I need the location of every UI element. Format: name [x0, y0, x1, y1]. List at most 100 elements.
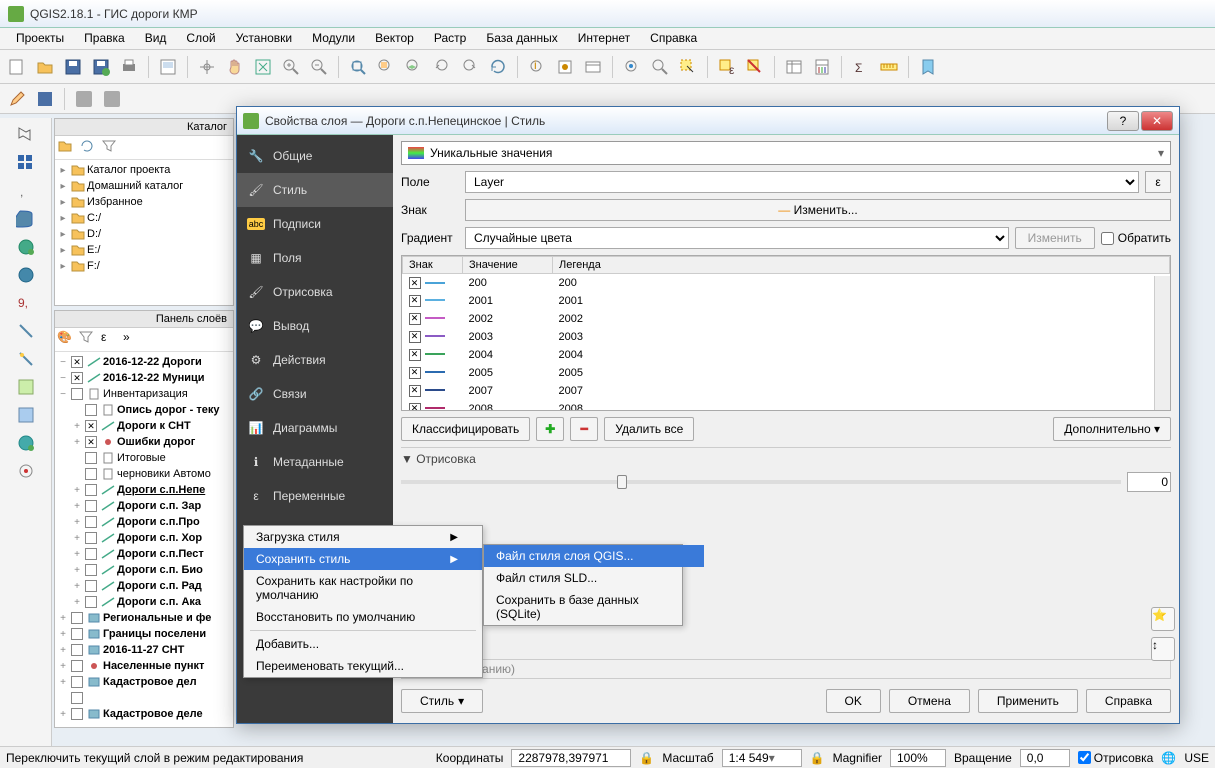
layer-item[interactable]: +Кадастровое дел	[57, 674, 231, 690]
menu-save-style[interactable]: Сохранить стиль▶	[393, 548, 482, 570]
category-row[interactable]: ✕20052005	[403, 364, 1170, 382]
layer-item[interactable]: +✕Ошибки дорог	[57, 434, 231, 450]
dialog-tab-1[interactable]: 🖌Стиль	[237, 173, 393, 207]
dialog-tab-8[interactable]: 📊Диаграммы	[237, 411, 393, 445]
category-row[interactable]: ✕20072007	[403, 382, 1170, 400]
col-legend[interactable]: Легенда	[553, 257, 1170, 274]
category-row[interactable]: ✕20082008	[403, 400, 1170, 411]
layer-item[interactable]: +Дороги с.п. Рад	[57, 578, 231, 594]
catalog-filter-icon[interactable]	[101, 138, 121, 158]
advanced-button[interactable]: Дополнительно ▾	[1053, 417, 1171, 441]
menu-ustanovki[interactable]: Установки	[226, 28, 302, 49]
menu-moduli[interactable]: Модули	[302, 28, 365, 49]
ruler-icon[interactable]	[876, 54, 902, 80]
menu-sloy[interactable]: Слой	[176, 28, 225, 49]
render-section-header[interactable]: ▼ Отрисовка	[401, 452, 1171, 466]
new-project-icon[interactable]	[4, 54, 30, 80]
renderer-select[interactable]: Уникальные значения ▾	[401, 141, 1171, 165]
add-virt-icon[interactable]	[13, 402, 39, 428]
add-db-icon[interactable]	[13, 206, 39, 232]
add-text-icon[interactable]: ,	[13, 178, 39, 204]
catalog-refresh-icon[interactable]	[79, 138, 99, 158]
add-wfs-icon[interactable]	[13, 262, 39, 288]
change-symbol-button[interactable]: — Изменить...	[465, 199, 1171, 221]
menu-add[interactable]: Добавить...	[393, 633, 482, 655]
zoom2-icon[interactable]	[647, 54, 673, 80]
identify2-icon[interactable]	[619, 54, 645, 80]
sigma-icon[interactable]: Σ	[848, 54, 874, 80]
add-wms-icon[interactable]	[13, 234, 39, 260]
catalog-add-icon[interactable]	[57, 138, 77, 158]
menu-proekty[interactable]: Проекты	[6, 28, 74, 49]
zoom-last-icon[interactable]	[429, 54, 455, 80]
zoom-full-icon[interactable]	[345, 54, 371, 80]
mag-field[interactable]: 100%	[890, 749, 946, 767]
layer-item[interactable]: Опись дорог - теку	[57, 402, 231, 418]
layer-item[interactable]: +Кадастровое деле	[57, 706, 231, 722]
vscroll-1-icon[interactable]	[13, 318, 39, 344]
dialog-tab-4[interactable]: 🖌Отрисовка	[237, 275, 393, 309]
menu-load-style[interactable]: Загрузка стиля▶	[393, 526, 482, 548]
crs-icon[interactable]: 🌐	[1161, 751, 1176, 765]
hand-icon[interactable]	[222, 54, 248, 80]
dialog-tab-9[interactable]: ℹМетаданные	[237, 445, 393, 479]
category-row[interactable]: ✕20042004	[403, 346, 1170, 364]
tb-icon-2[interactable]	[580, 54, 606, 80]
catalog-item[interactable]: ▸C:/	[57, 210, 231, 226]
menu-spravka[interactable]: Справка	[640, 28, 707, 49]
remove-category-button[interactable]: ━	[570, 417, 598, 441]
edit-toggle-icon[interactable]	[4, 86, 30, 112]
col-value[interactable]: Значение	[463, 257, 553, 274]
tb2-icon-2[interactable]	[99, 86, 125, 112]
layer-item[interactable]: −✕2016-12-22 Муници	[57, 370, 231, 386]
scale-field[interactable]: 1:4 549 ▾	[722, 749, 802, 767]
dialog-tab-7[interactable]: 🔗Связи	[237, 377, 393, 411]
layer-item[interactable]: −✕2016-12-22 Дороги	[57, 354, 231, 370]
epsilon-button[interactable]: ε	[1145, 171, 1171, 193]
layer-item[interactable]: +✕Дороги к СНТ	[57, 418, 231, 434]
menu-vid[interactable]: Вид	[135, 28, 177, 49]
catalog-item[interactable]: ▸D:/	[57, 226, 231, 242]
gradient-select[interactable]: Случайные цвета	[465, 227, 1009, 249]
catalog-item[interactable]: ▸Избранное	[57, 194, 231, 210]
dialog-tab-3[interactable]: ▦Поля	[237, 241, 393, 275]
layer-item[interactable]: +Дороги с.п.Про	[57, 514, 231, 530]
globe-icon[interactable]	[13, 430, 39, 456]
dialog-tab-10[interactable]: εПеременные	[237, 479, 393, 513]
sort-desc-icon[interactable]: ↕	[1151, 637, 1175, 661]
dialog-tab-2[interactable]: abcПодписи	[237, 207, 393, 241]
catalog-item[interactable]: ▸E:/	[57, 242, 231, 258]
save-icon[interactable]	[60, 54, 86, 80]
layer-item[interactable]: +2016-11-27 СНТ	[57, 642, 231, 658]
category-row[interactable]: ✕20032003	[403, 328, 1170, 346]
add-csv-icon[interactable]: 9,	[13, 290, 39, 316]
add-category-button[interactable]: ✚	[536, 417, 564, 441]
catalog-item[interactable]: ▸F:/	[57, 258, 231, 274]
col-sign[interactable]: Знак	[403, 257, 463, 274]
menu-pravka[interactable]: Правка	[74, 28, 135, 49]
submenu-db-style[interactable]: Сохранить в базе данных (SQLite)	[484, 589, 704, 625]
dialog-tab-0[interactable]: 🔧Общие	[237, 139, 393, 173]
category-row[interactable]: ✕20012001	[403, 292, 1170, 310]
zoom-sel-icon[interactable]	[373, 54, 399, 80]
apply-button[interactable]: Применить	[978, 689, 1078, 713]
opacity-value[interactable]	[1127, 472, 1171, 492]
layout-icon[interactable]	[155, 54, 181, 80]
invert-checkbox[interactable]: Обратить	[1101, 231, 1171, 245]
catalog-item[interactable]: ▸Каталог проекта	[57, 162, 231, 178]
layer-item[interactable]: +Дороги с.п. Био	[57, 562, 231, 578]
zoom-out-icon[interactable]	[306, 54, 332, 80]
help-button[interactable]: Справка	[1086, 689, 1171, 713]
open-icon[interactable]	[32, 54, 58, 80]
tb2-icon-1[interactable]	[71, 86, 97, 112]
delete-all-button[interactable]: Удалить все	[604, 417, 694, 441]
save-edits-icon[interactable]	[32, 86, 58, 112]
attr-table-icon[interactable]	[781, 54, 807, 80]
zoom-layer-icon[interactable]	[401, 54, 427, 80]
refresh-icon[interactable]	[485, 54, 511, 80]
menu-save-default[interactable]: Сохранить как настройки по умолчанию	[393, 570, 482, 606]
save-as-icon[interactable]	[88, 54, 114, 80]
help-titlebar-button[interactable]: ?	[1107, 111, 1139, 131]
add-vector-icon[interactable]	[13, 122, 39, 148]
menu-vektor[interactable]: Вектор	[365, 28, 424, 49]
